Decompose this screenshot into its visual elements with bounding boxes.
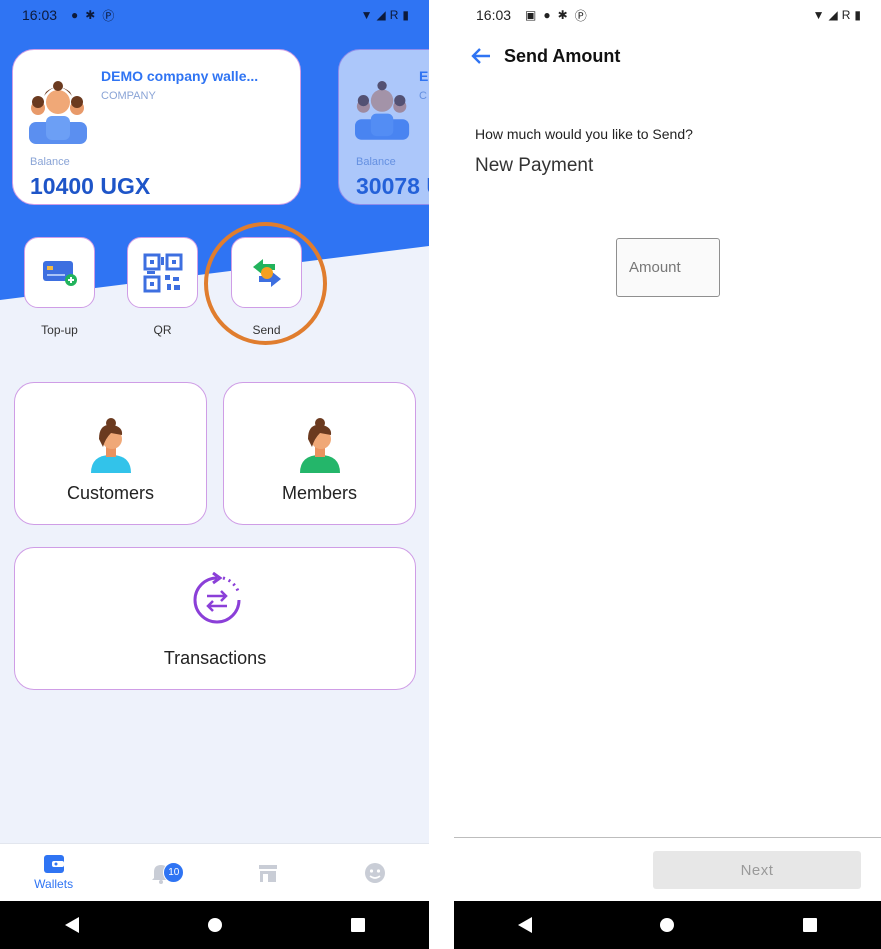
amount-input[interactable] bbox=[616, 238, 720, 297]
store-icon bbox=[259, 864, 278, 882]
message-icon: ● bbox=[543, 8, 551, 22]
roaming-icon: R bbox=[841, 8, 851, 22]
app-bar: Send Amount bbox=[454, 38, 881, 74]
back-triangle-icon[interactable] bbox=[64, 916, 80, 934]
nav-profile[interactable] bbox=[322, 844, 429, 901]
nav-wallets[interactable]: Wallets bbox=[0, 844, 107, 901]
status-time: 16:03 bbox=[22, 7, 58, 23]
wallet-name: Ed bbox=[419, 68, 429, 84]
wallet-balance: 10400 UGX bbox=[30, 173, 151, 199]
wallet-icon bbox=[43, 855, 64, 873]
wifi-icon: ▼ bbox=[360, 8, 373, 22]
face-icon bbox=[365, 862, 386, 883]
wallet-balance: 30078 U bbox=[356, 173, 429, 199]
next-button[interactable]: Next bbox=[653, 851, 861, 889]
transactions-icon bbox=[193, 572, 241, 624]
wallet-name: DEMO company walle... bbox=[101, 68, 259, 84]
qr-button[interactable] bbox=[127, 237, 198, 308]
notification-badge: 10 bbox=[163, 862, 185, 883]
person-icon bbox=[300, 418, 340, 473]
system-navigation-bar bbox=[454, 901, 881, 949]
page-title: Send Amount bbox=[504, 45, 621, 66]
members-tile[interactable]: Members bbox=[223, 382, 416, 525]
message-icon: ● bbox=[71, 8, 79, 22]
highlight-annotation bbox=[204, 222, 327, 345]
wallet-card[interactable]: Ed C Balance 30078 U bbox=[338, 49, 429, 205]
divider bbox=[454, 837, 881, 838]
wallet-type: COMPANY bbox=[101, 90, 156, 102]
recents-square-icon[interactable] bbox=[802, 917, 818, 933]
b-icon: Ⓟ bbox=[574, 8, 587, 23]
system-navigation-bar bbox=[0, 901, 429, 949]
bottom-navigation: Wallets 10 bbox=[0, 843, 429, 901]
missed-call-icon: ✱ bbox=[85, 8, 96, 22]
back-arrow-icon[interactable] bbox=[470, 45, 492, 67]
group-avatar-icon bbox=[355, 81, 410, 140]
payment-type: New Payment bbox=[475, 155, 594, 176]
status-bar: 16:03 ● ✱ Ⓟ ▼ ◢ R ▮ bbox=[0, 0, 429, 30]
home-circle-icon[interactable] bbox=[207, 917, 223, 933]
battery-icon: ▮ bbox=[854, 8, 861, 22]
missed-call-icon: ✱ bbox=[557, 8, 568, 22]
topup-label: Top-up bbox=[41, 323, 78, 337]
wallet-type: C bbox=[419, 90, 427, 102]
signal-icon: ◢ bbox=[828, 8, 838, 22]
recents-square-icon[interactable] bbox=[350, 917, 366, 933]
card-plus-icon bbox=[42, 260, 77, 286]
qr-label: QR bbox=[153, 323, 172, 337]
signal-icon: ◢ bbox=[376, 8, 386, 22]
balance-label: Balance bbox=[356, 156, 396, 168]
send-amount-screen: 16:03 ▣ ● ✱ Ⓟ ▼ ◢ R ▮ Send Amount How mu… bbox=[454, 0, 881, 949]
image-icon: ▣ bbox=[525, 8, 537, 22]
group-avatar-icon bbox=[29, 81, 87, 144]
nav-store[interactable] bbox=[215, 844, 322, 901]
home-circle-icon[interactable] bbox=[659, 917, 675, 933]
wallets-screen: 16:03 ● ✱ Ⓟ ▼ ◢ R ▮ DEMO company walle..… bbox=[0, 0, 429, 949]
nav-notifications[interactable]: 10 bbox=[107, 844, 214, 901]
amount-question: How much would you like to Send? bbox=[475, 126, 693, 142]
wallet-card[interactable]: DEMO company walle... COMPANY Balance 10… bbox=[12, 49, 301, 205]
wifi-icon: ▼ bbox=[812, 8, 825, 22]
person-icon bbox=[91, 418, 131, 473]
qr-code-icon bbox=[143, 253, 182, 292]
customers-tile[interactable]: Customers bbox=[14, 382, 207, 525]
customers-label: Customers bbox=[66, 483, 155, 503]
transactions-tile[interactable]: Transactions bbox=[14, 547, 416, 690]
back-triangle-icon[interactable] bbox=[517, 916, 533, 934]
status-bar: 16:03 ▣ ● ✱ Ⓟ ▼ ◢ R ▮ bbox=[454, 0, 881, 30]
members-label: Members bbox=[281, 483, 357, 503]
transactions-label: Transactions bbox=[163, 648, 267, 668]
topup-button[interactable] bbox=[24, 237, 95, 308]
roaming-icon: R bbox=[389, 8, 399, 22]
nav-wallets-label: Wallets bbox=[34, 877, 74, 891]
status-time: 16:03 bbox=[476, 7, 512, 23]
battery-icon: ▮ bbox=[402, 8, 409, 22]
balance-label: Balance bbox=[30, 156, 70, 168]
b-icon: Ⓟ bbox=[102, 8, 115, 23]
